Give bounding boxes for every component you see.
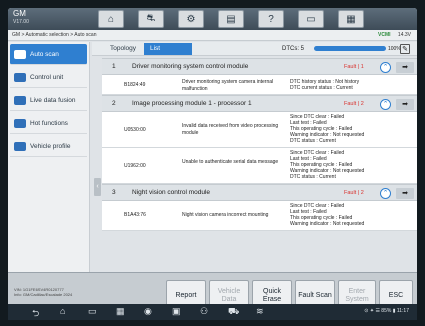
dtc-code: B1824:49 (124, 82, 146, 88)
fault-count-badge: Fault | 2 (344, 101, 364, 107)
data-stream-icon (14, 95, 26, 105)
recent-apps-icon[interactable]: ▭ (88, 306, 97, 317)
dtc-row: B1A43:76 Night vision camera incorrect m… (102, 201, 417, 231)
top-toolbar: GM V17.00 ⌂ ⛐ ⚙ ▤ ? ▭ ▦ (8, 8, 417, 30)
dtc-description: Night vision camera incorrect mounting (182, 212, 269, 218)
fault-count-badge: Fault | 1 (344, 64, 364, 70)
module-header[interactable]: 1 Driver monitoring system control modul… (102, 58, 417, 75)
ecu-icon (14, 72, 26, 82)
sidebar-item-label: Live data fusion (30, 96, 76, 104)
system-status: ⊙ ✦ ☰ 85% ▮ 11:17 (364, 308, 409, 314)
back-icon[interactable]: ⮌ (32, 306, 39, 322)
dtc-status-line: DTC status : Current (290, 174, 336, 180)
view-tabs-bar: Topology List DTCs: 5 100% ✎ (92, 42, 417, 56)
hot-functions-icon (14, 118, 26, 128)
collapse-sidebar-icon[interactable]: ‹ (94, 178, 101, 196)
app-screen: GM V17.00 ⌂ ⛐ ⚙ ▤ ? ▭ ▦ GM > Automatic s… (8, 8, 417, 320)
expand-chevron-icon[interactable]: ⌃ (380, 188, 391, 199)
vehicle-info: VIN: 1G1FE6SV4R0120777 Info: GM/Cadillac… (14, 287, 72, 297)
breadcrumb-bar: GM > Automatic selection > Auto scan VCM… (8, 30, 417, 41)
print-icon[interactable]: ▤ (218, 10, 244, 28)
keyboard-icon[interactable]: ▦ (338, 10, 364, 28)
dtc-status: Since DTC clear : Failed Last test : Fai… (290, 150, 364, 180)
dtc-status-line: DTC current status : Current (290, 85, 353, 91)
enter-module-arrow-icon[interactable]: ➡ (396, 99, 414, 110)
dtc-count: DTCs: 5 (282, 46, 305, 52)
save-icon[interactable]: ▭ (298, 10, 324, 28)
module-name: Driver monitoring system control module (132, 63, 249, 70)
sidebar-item-vehicle-profile[interactable]: Vehicle profile (10, 136, 87, 157)
module-name: Night vision control module (132, 189, 211, 196)
vehicle-make: GM (13, 9, 26, 18)
dtc-description: Invalid data received from video process… (182, 123, 279, 136)
sidebar-item-auto-scan[interactable]: Auto scan (10, 44, 87, 65)
car-scan-icon (14, 49, 26, 59)
module-number: 1 (112, 63, 116, 70)
battery-voltage: 14.3V (397, 32, 411, 38)
module-header[interactable]: 2 Image processing module 1 - processor … (102, 95, 417, 112)
sidebar-item-label: Auto scan (30, 50, 59, 58)
module-list: 1 Driver monitoring system control modul… (102, 58, 417, 272)
sidebar: Auto scan Control unit Live data fusion … (8, 42, 90, 272)
help-icon[interactable]: ? (258, 10, 284, 28)
scan-progress-percent: 100% (388, 46, 401, 52)
car-icon[interactable]: ⛐ (138, 10, 164, 28)
fault-count-badge: Fault | 2 (344, 190, 364, 196)
dtc-row: B1824:49 Driver monitoring system camera… (102, 75, 417, 95)
vci-icon[interactable]: ⚇ (200, 306, 208, 317)
scan-progress-fill (314, 46, 386, 51)
home-nav-icon[interactable]: ⌂ (60, 306, 65, 316)
sidebar-item-control-unit[interactable]: Control unit (10, 67, 87, 88)
dtc-status-line: DTC status : Current (290, 138, 336, 144)
sidebar-item-hot-functions[interactable]: Hot functions (10, 113, 87, 134)
gallery-icon[interactable]: ▣ (172, 306, 181, 317)
dtc-code: U1962:00 (124, 163, 146, 169)
home-icon[interactable]: ⌂ (98, 10, 124, 28)
breadcrumb: GM > Automatic selection > Auto scan (12, 32, 97, 38)
vehicle-id: GM V17.00 (13, 10, 29, 26)
enter-module-arrow-icon[interactable]: ➡ (396, 62, 414, 73)
dtc-status: Since DTC clear : Failed Last test : Fai… (290, 203, 364, 227)
enter-module-arrow-icon[interactable]: ➡ (396, 188, 414, 199)
edit-icon[interactable]: ✎ (400, 44, 410, 54)
scan-progress-bar (314, 46, 386, 51)
android-nav-bar: ⮌ ⌂ ▭ ▦ ◉ ▣ ⚇ ⛟ ≋ ⊙ ✦ ☰ 85% ▮ 11:17 (8, 304, 417, 320)
car-nav-icon[interactable]: ⛟ (228, 306, 239, 318)
dtc-status: Since DTC clear : Failed Last test : Fai… (290, 114, 364, 144)
sidebar-item-live-data[interactable]: Live data fusion (10, 90, 87, 111)
dtc-code: U0530:00 (124, 127, 146, 133)
module-header[interactable]: 3 Night vision control module Fault | 2 … (102, 184, 417, 201)
connection-status: VCMI 14.3V (372, 30, 411, 41)
wifi-icon[interactable]: ≋ (256, 306, 264, 317)
screenshot-icon[interactable]: ▦ (116, 306, 125, 317)
module-number: 3 (112, 189, 116, 196)
dtc-code: B1A43:76 (124, 212, 146, 218)
vehicle-profile-icon (14, 141, 26, 151)
dtc-row: U0530:00 Invalid data received from vide… (102, 112, 417, 148)
software-version: V17.00 (13, 19, 29, 25)
dtc-description: Driver monitoring system camera internal… (182, 79, 274, 92)
expand-chevron-icon[interactable]: ⌃ (380, 62, 391, 73)
module-name: Image processing module 1 - processor 1 (132, 100, 252, 107)
sidebar-item-label: Vehicle profile (30, 142, 71, 150)
sidebar-item-label: Control unit (30, 73, 64, 81)
dtc-description: Unable to authenticate serial data messa… (182, 159, 279, 165)
module-number: 2 (112, 100, 116, 107)
vcm-status: VCMI (378, 32, 391, 38)
dtc-status-line: Warning indicator : Not requested (290, 221, 365, 227)
dtc-row: U1962:00 Unable to authenticate serial d… (102, 148, 417, 184)
sidebar-item-label: Hot functions (30, 119, 68, 127)
vehicle-info-line: Info: GM/Cadillac/Escalade 2024 (14, 292, 73, 297)
tab-topology[interactable]: Topology (104, 43, 142, 55)
camera-icon[interactable]: ◉ (144, 306, 152, 317)
expand-chevron-icon[interactable]: ⌃ (380, 99, 391, 110)
dtc-status: DTC history status : Not history DTC cur… (290, 79, 359, 91)
settings-icon[interactable]: ⚙ (178, 10, 204, 28)
tab-list[interactable]: List (144, 43, 192, 55)
